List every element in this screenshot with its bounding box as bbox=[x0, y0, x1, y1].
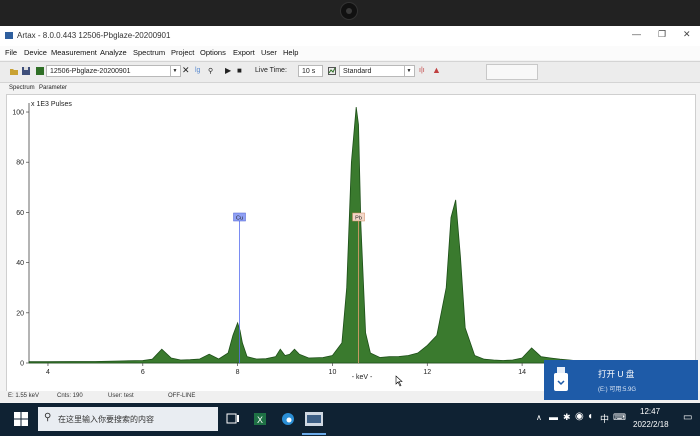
spectrum-chart[interactable]: x 1E3 Pulses Cu Pb 1008060402004 6 8 10 12 14 … bbox=[7, 95, 695, 401]
chevron-down-icon: ▼ bbox=[170, 66, 179, 76]
artax-app-icon[interactable] bbox=[305, 411, 323, 427]
status-state: OFF-LINE bbox=[168, 393, 196, 399]
method-icon bbox=[328, 67, 336, 75]
volume-icon[interactable]: ◖ bbox=[587, 411, 593, 422]
taskbar: ⚲ 在这里输入你要搜索的内容 X ∧ ▬ ✱ ◉ ◖ 中 ⌨ 12:47 202… bbox=[0, 403, 700, 436]
menu-spectrum[interactable]: Spectrum bbox=[133, 48, 165, 57]
search-icon: ⚲ bbox=[44, 412, 52, 423]
menu-user[interactable]: User bbox=[261, 48, 277, 57]
play-icon[interactable]: ▶ bbox=[225, 66, 231, 75]
usb-drive-notification[interactable]: 打开 U 盘 (E:) 可用:5.9G bbox=[544, 360, 698, 400]
stop-icon[interactable]: ■ bbox=[237, 66, 242, 75]
active-app-indicator bbox=[302, 433, 326, 435]
peak-mark-icon[interactable]: ı|ı bbox=[419, 67, 425, 74]
x-tick-label: 6 bbox=[141, 369, 145, 376]
minimize-button[interactable]: — bbox=[632, 29, 641, 39]
webcam bbox=[340, 2, 358, 20]
plot-panel: x 1E3 Pulses Cu Pb 100 80 60 40 20 0 4 6 8 10 12 14 … bbox=[6, 94, 696, 402]
task-view-icon[interactable] bbox=[225, 411, 241, 427]
usb-tray-icon[interactable]: ▬ bbox=[549, 412, 558, 422]
close-button[interactable]: ✕ bbox=[683, 29, 691, 40]
y-tick-label: 40 bbox=[16, 260, 24, 267]
menu-options[interactable]: Options bbox=[200, 48, 226, 57]
y-unit-label: x 1E3 Pulses bbox=[31, 101, 72, 108]
spectrum-select-value: 12506-Pbglaze-20200901 bbox=[50, 68, 131, 75]
clock-time[interactable]: 12:47 bbox=[640, 407, 660, 416]
search-placeholder: 在这里输入你要搜索的内容 bbox=[58, 415, 154, 424]
x-tick-label: 4 bbox=[46, 369, 50, 376]
windows-start-icon[interactable] bbox=[14, 412, 28, 426]
live-time-input[interactable]: 10 s bbox=[298, 65, 323, 77]
status-counts: Cnts: 190 bbox=[57, 393, 83, 399]
x-tick-label: 14 bbox=[518, 369, 526, 376]
network-icon[interactable]: ◉ bbox=[575, 411, 584, 422]
x-tick-label: 12 bbox=[423, 369, 431, 376]
method-select[interactable]: Standard ▼ bbox=[339, 65, 415, 77]
element-marker-icon[interactable]: ▲ bbox=[432, 65, 441, 75]
y-tick-label: 100 bbox=[12, 110, 24, 117]
status-energy: E: 1.55 keV bbox=[8, 393, 40, 399]
toolbar: 12506-Pbglaze-20200901 ▼ ✕ lg ⚲ ▶ ■ Live… bbox=[0, 61, 700, 83]
title-bar: Artax - 8.0.0.443 12506-Pbglaze-20200901… bbox=[0, 26, 700, 46]
open-folder-icon[interactable] bbox=[10, 67, 18, 75]
screen: Artax - 8.0.0.443 12506-Pbglaze-20200901… bbox=[0, 26, 700, 436]
tray-expand-icon[interactable]: ∧ bbox=[536, 413, 542, 422]
spectrum-series bbox=[28, 106, 580, 364]
toolbar-blank-panel bbox=[486, 64, 538, 80]
svg-text:X: X bbox=[257, 415, 263, 425]
menu-export[interactable]: Export bbox=[233, 48, 255, 57]
view-tabs: Spectrum Parameter bbox=[0, 83, 700, 94]
ime-indicator[interactable]: 中 bbox=[600, 412, 609, 425]
element-marker-label: Cu bbox=[236, 216, 243, 222]
window-title: Artax - 8.0.0.443 12506-Pbglaze-20200901 bbox=[17, 31, 171, 40]
spectrum-area bbox=[28, 106, 580, 364]
y-tick-label: 80 bbox=[16, 160, 24, 167]
zoom-icon[interactable]: ⚲ bbox=[208, 67, 213, 75]
save-icon[interactable] bbox=[22, 67, 30, 75]
menu-device[interactable]: Device bbox=[24, 48, 47, 57]
usb-popup-title: 打开 U 盘 bbox=[598, 369, 635, 379]
excel-app-icon[interactable]: X bbox=[252, 411, 268, 427]
maximize-button[interactable]: ❐ bbox=[658, 29, 666, 40]
menu-file[interactable]: File bbox=[5, 48, 17, 57]
app-icon bbox=[5, 32, 13, 39]
keyboard-icon[interactable]: ⌨ bbox=[613, 412, 626, 423]
menu-help[interactable]: Help bbox=[283, 48, 298, 57]
menu-measurement[interactable]: Measurement bbox=[51, 48, 97, 57]
x-axis-label: - keV - bbox=[352, 374, 373, 381]
spectrum-color-icon bbox=[36, 67, 44, 75]
log-scale-icon[interactable]: lg bbox=[195, 67, 200, 74]
notification-icon[interactable]: ▭ bbox=[683, 412, 692, 423]
element-marker-label: Pb bbox=[355, 216, 362, 222]
usb-drive-icon bbox=[554, 367, 568, 391]
delete-icon[interactable]: ✕ bbox=[182, 65, 190, 76]
live-time-value: 10 s bbox=[302, 68, 316, 75]
y-tick-label: 60 bbox=[16, 210, 24, 217]
chevron-down-icon: ▼ bbox=[404, 66, 413, 76]
usb-popup-subtitle: (E:) 可用:5.9G bbox=[598, 387, 637, 393]
y-tick-label: 0 bbox=[20, 361, 24, 368]
spectrum-select[interactable]: 12506-Pbglaze-20200901 ▼ bbox=[46, 65, 181, 77]
method-select-value: Standard bbox=[343, 68, 372, 75]
edge-browser-icon[interactable] bbox=[280, 411, 296, 427]
mouse-cursor-icon bbox=[395, 375, 403, 387]
tab-parameter[interactable]: Parameter bbox=[39, 85, 67, 91]
laptop-bezel bbox=[0, 0, 700, 26]
clock-date[interactable]: 2022/2/18 bbox=[633, 420, 669, 429]
taskbar-search-box[interactable]: ⚲ 在这里输入你要搜索的内容 bbox=[38, 407, 218, 431]
menu-project[interactable]: Project bbox=[171, 48, 194, 57]
menu-analyze[interactable]: Analyze bbox=[100, 48, 127, 57]
y-tick-label: 20 bbox=[16, 310, 24, 317]
live-time-label: Live Time: bbox=[255, 67, 287, 74]
bluetooth-icon[interactable]: ✱ bbox=[563, 412, 571, 423]
tab-spectrum[interactable]: Spectrum bbox=[9, 85, 35, 91]
x-tick-label: 8 bbox=[236, 369, 240, 376]
menu-bar: File Device Measurement Analyze Spectrum… bbox=[0, 46, 700, 60]
status-user: User: test bbox=[108, 393, 134, 399]
x-tick-label: 10 bbox=[329, 369, 337, 376]
